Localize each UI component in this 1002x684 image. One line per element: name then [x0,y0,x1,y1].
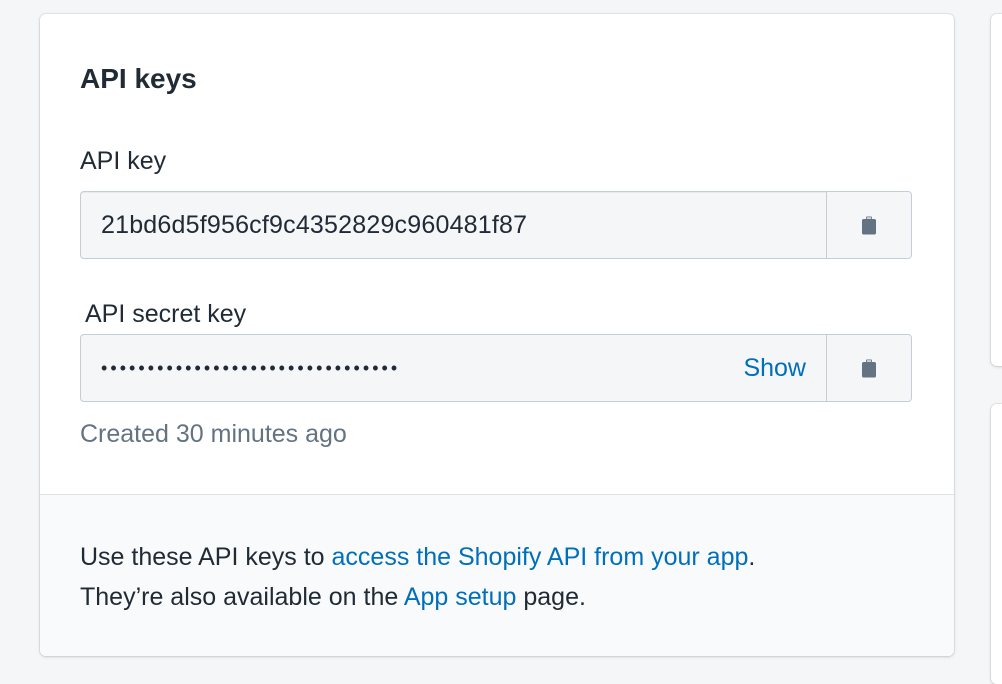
footer-text-part: page. [516,583,586,611]
api-secret-key-label: API secret key [85,300,247,328]
footer-text: Use these API keys to access the Shopify… [80,537,755,617]
copy-secret-key-button[interactable] [826,335,911,401]
api-key-value[interactable]: 21bd6d5f956cf9c4352829c960481f87 [81,192,826,258]
api-secret-key-value[interactable]: •••••••••••••••••••••••••••••••• [81,335,716,401]
card-title: API keys [80,63,197,94]
app-setup-link[interactable]: App setup [404,583,517,611]
side-card [991,14,1002,366]
footer-text-part: They’re also available on the [80,583,404,611]
api-keys-card: API keys API key 21bd6d5f956cf9c4352829c… [40,14,954,656]
footer-text-part: . [748,543,756,571]
clipboard-icon [862,359,876,377]
footer-text-part: Use these API keys to [80,543,332,571]
card-footer: Use these API keys to access the Shopify… [40,494,954,656]
api-secret-key-field: •••••••••••••••••••••••••••••••• Show [80,334,912,402]
clipboard-icon [862,216,876,234]
api-key-field: 21bd6d5f956cf9c4352829c960481f87 [80,191,912,259]
side-card [991,404,1002,684]
shopify-api-link[interactable]: access the Shopify API from your app [332,543,749,571]
copy-api-key-button[interactable] [826,192,911,258]
show-secret-button[interactable]: Show [716,335,826,401]
api-key-label: API key [80,147,167,175]
created-timestamp: Created 30 minutes ago [80,420,347,448]
